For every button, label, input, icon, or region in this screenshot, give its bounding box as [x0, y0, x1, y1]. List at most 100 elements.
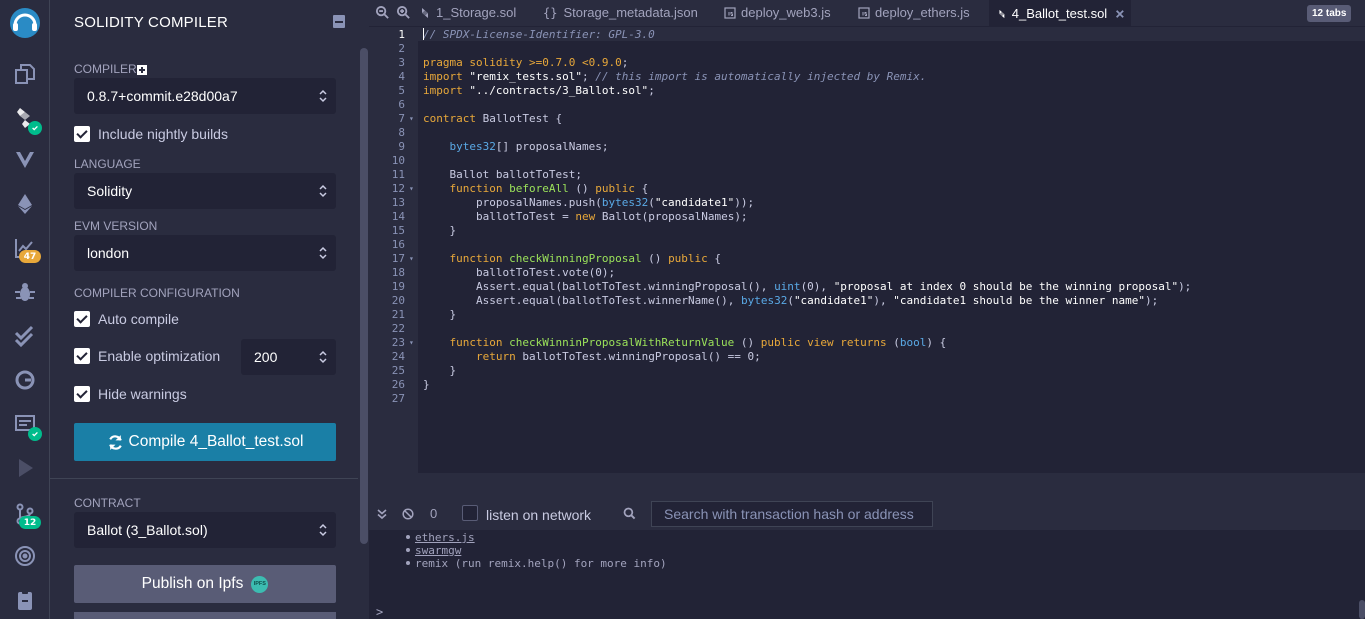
terminal-split-area: [369, 473, 1365, 498]
unit-testing-icon[interactable]: [0, 318, 50, 354]
circle-plugin-icon[interactable]: [0, 538, 50, 574]
tab-1-storage[interactable]: 1_Storage.sol: [419, 0, 516, 25]
line-number: 11: [391, 168, 405, 181]
swarmgw-link[interactable]: swarmgw: [415, 544, 461, 557]
auto-compile-checkbox[interactable]: Auto compile: [74, 311, 179, 327]
compiler-version-value: 0.8.7+commit.e28d00a7: [87, 88, 238, 104]
include-nightly-checkbox[interactable]: Include nightly builds: [74, 126, 228, 142]
editor-gutter: 1 2 3 4 5 6 7 ▾ 8 9 10 11 12 ▾ 13 14 15 16 17 ▾ 18 19 20 21 22 23…: [369, 27, 418, 473]
enable-optimization-checkbox[interactable]: Enable optimization: [74, 348, 220, 364]
compile-button[interactable]: Compile 4_Ballot_test.sol: [74, 423, 336, 461]
listen-network-label: listen on network: [486, 507, 592, 523]
tx-search-placeholder: Search with transaction hash or address: [664, 506, 914, 522]
code-line: import "../contracts/3_Ballot.sol";: [423, 84, 655, 97]
terminal-scrollbar[interactable]: [1359, 600, 1365, 619]
enable-optimization-label: Enable optimization: [98, 348, 221, 364]
zoom-in-icon[interactable]: [396, 5, 411, 20]
file-explorer-icon[interactable]: [0, 56, 50, 92]
listen-network-checkbox[interactable]: [462, 505, 478, 521]
tab-count-badge[interactable]: 12 tabs: [1307, 5, 1352, 22]
list-bullet: [406, 535, 410, 539]
compiler-config-label: COMPILER CONFIGURATION: [74, 286, 240, 300]
evm-version-value: london: [87, 245, 130, 261]
docs-icon[interactable]: [333, 15, 345, 28]
line-number: 13: [391, 196, 405, 209]
code-line: import "remix_tests.sol"; // this import…: [423, 70, 927, 83]
remix-logo-icon[interactable]: [0, 4, 50, 42]
tab-storage-metadata[interactable]: {} Storage_metadata.json: [543, 0, 698, 25]
checkbox-checked[interactable]: [74, 311, 90, 327]
contract-select[interactable]: Ballot (3_Ballot.sol): [74, 512, 336, 548]
solidity-compiler-icon[interactable]: [0, 100, 50, 136]
vyper-icon[interactable]: [0, 142, 50, 178]
tab-deploy-web3[interactable]: deploy_web3.js: [724, 0, 831, 25]
tab-label: 1_Storage.sol: [436, 5, 517, 20]
git-icon[interactable]: 12: [0, 496, 50, 532]
fold-arrow-icon[interactable]: ▾: [409, 336, 417, 350]
fold-arrow-icon[interactable]: ▾: [409, 112, 417, 126]
language-value: Solidity: [87, 183, 133, 199]
hide-warnings-label: Hide warnings: [98, 386, 187, 402]
line-number: 25: [391, 364, 405, 377]
analysis-icon[interactable]: 47: [0, 230, 50, 266]
terminal-output[interactable]: ethers.js swarmgw remix (run remix.help(…: [369, 530, 1365, 619]
clipboard-plugin-icon[interactable]: [0, 582, 50, 618]
terminal-toolbar: 0 listen on network Search with transact…: [369, 498, 1365, 530]
deploy-run-icon[interactable]: [0, 186, 50, 222]
checkbox-checked[interactable]: [74, 348, 90, 364]
contract-value: Ballot (3_Ballot.sol): [87, 522, 208, 538]
solidity-file-icon: [999, 9, 1005, 18]
ipfs-logo-icon: IPFS: [251, 575, 269, 593]
select-arrows-icon: [319, 89, 327, 103]
optimization-runs-input[interactable]: 200: [241, 339, 336, 375]
tab-label: deploy_ethers.js: [875, 5, 970, 20]
line-number: 12: [391, 182, 405, 195]
line-number: 10: [391, 154, 405, 167]
fold-arrow-icon[interactable]: ▾: [409, 252, 417, 266]
hide-warnings-checkbox[interactable]: Hide warnings: [74, 386, 187, 402]
terminal-prompt[interactable]: >: [376, 605, 383, 619]
code-line: return ballotToTest.winningProposal() ==…: [475, 350, 761, 363]
zoom-out-icon[interactable]: [375, 5, 390, 20]
publish-swarm-button[interactable]: [74, 612, 336, 619]
code-line: }: [423, 308, 457, 321]
line-number: 8: [398, 126, 405, 139]
line-number: 20: [391, 294, 405, 307]
publish-ipfs-button[interactable]: Publish on Ipfs IPFS: [74, 565, 336, 603]
line-number: 16: [391, 238, 405, 251]
add-compiler-icon[interactable]: [137, 65, 147, 75]
fold-arrow-icon[interactable]: ▾: [409, 182, 417, 196]
language-select[interactable]: Solidity: [74, 173, 336, 209]
line-number: 4: [398, 70, 405, 83]
tab-4-ballot-test[interactable]: 4_Ballot_test.sol: [989, 0, 1131, 27]
panel-title: SOLIDITY COMPILER: [74, 14, 228, 31]
code-editor[interactable]: 1 2 3 4 5 6 7 ▾ 8 9 10 11 12 ▾ 13 14 15 16 17 ▾ 18 19 20 21 22 23…: [369, 27, 1365, 473]
solidity-file-icon: [422, 7, 428, 18]
publish-button-label: Publish on Ipfs: [141, 575, 244, 592]
checkbox-checked[interactable]: [74, 126, 90, 142]
line-number: 23: [391, 336, 405, 349]
ethers-link[interactable]: ethers.js: [415, 531, 475, 544]
code-line: }: [423, 224, 457, 237]
tx-search-input[interactable]: Search with transaction hash or address: [651, 501, 933, 527]
stepper-arrows-icon[interactable]: [319, 350, 327, 364]
play-icon[interactable]: [0, 450, 50, 486]
text-cursor: [423, 28, 424, 40]
code-line: Assert.equal(ballotToTest.winnerName(), …: [475, 294, 1159, 307]
tab-deploy-ethers[interactable]: deploy_ethers.js: [858, 0, 970, 25]
compile-button-label: Compile 4_Ballot_test.sol: [128, 433, 304, 450]
checkbox-checked[interactable]: [74, 386, 90, 402]
debugger-icon[interactable]: [0, 274, 50, 310]
evm-version-select[interactable]: london: [74, 235, 336, 271]
terminal-plugin-icon[interactable]: [0, 406, 50, 442]
clear-console-icon[interactable]: [402, 508, 414, 520]
panel-scrollbar[interactable]: [360, 48, 368, 544]
close-tab-icon[interactable]: [1115, 8, 1125, 20]
compiler-label: COMPILER: [74, 62, 137, 76]
plugin-g-icon[interactable]: [0, 362, 50, 398]
js-file-icon: [858, 6, 870, 19]
collapse-terminal-icon[interactable]: [376, 508, 388, 520]
line-number: 15: [391, 224, 405, 237]
code-line: ballotToTest = new Ballot(proposalNames)…: [475, 210, 748, 223]
compiler-version-select[interactable]: 0.8.7+commit.e28d00a7: [74, 78, 336, 114]
